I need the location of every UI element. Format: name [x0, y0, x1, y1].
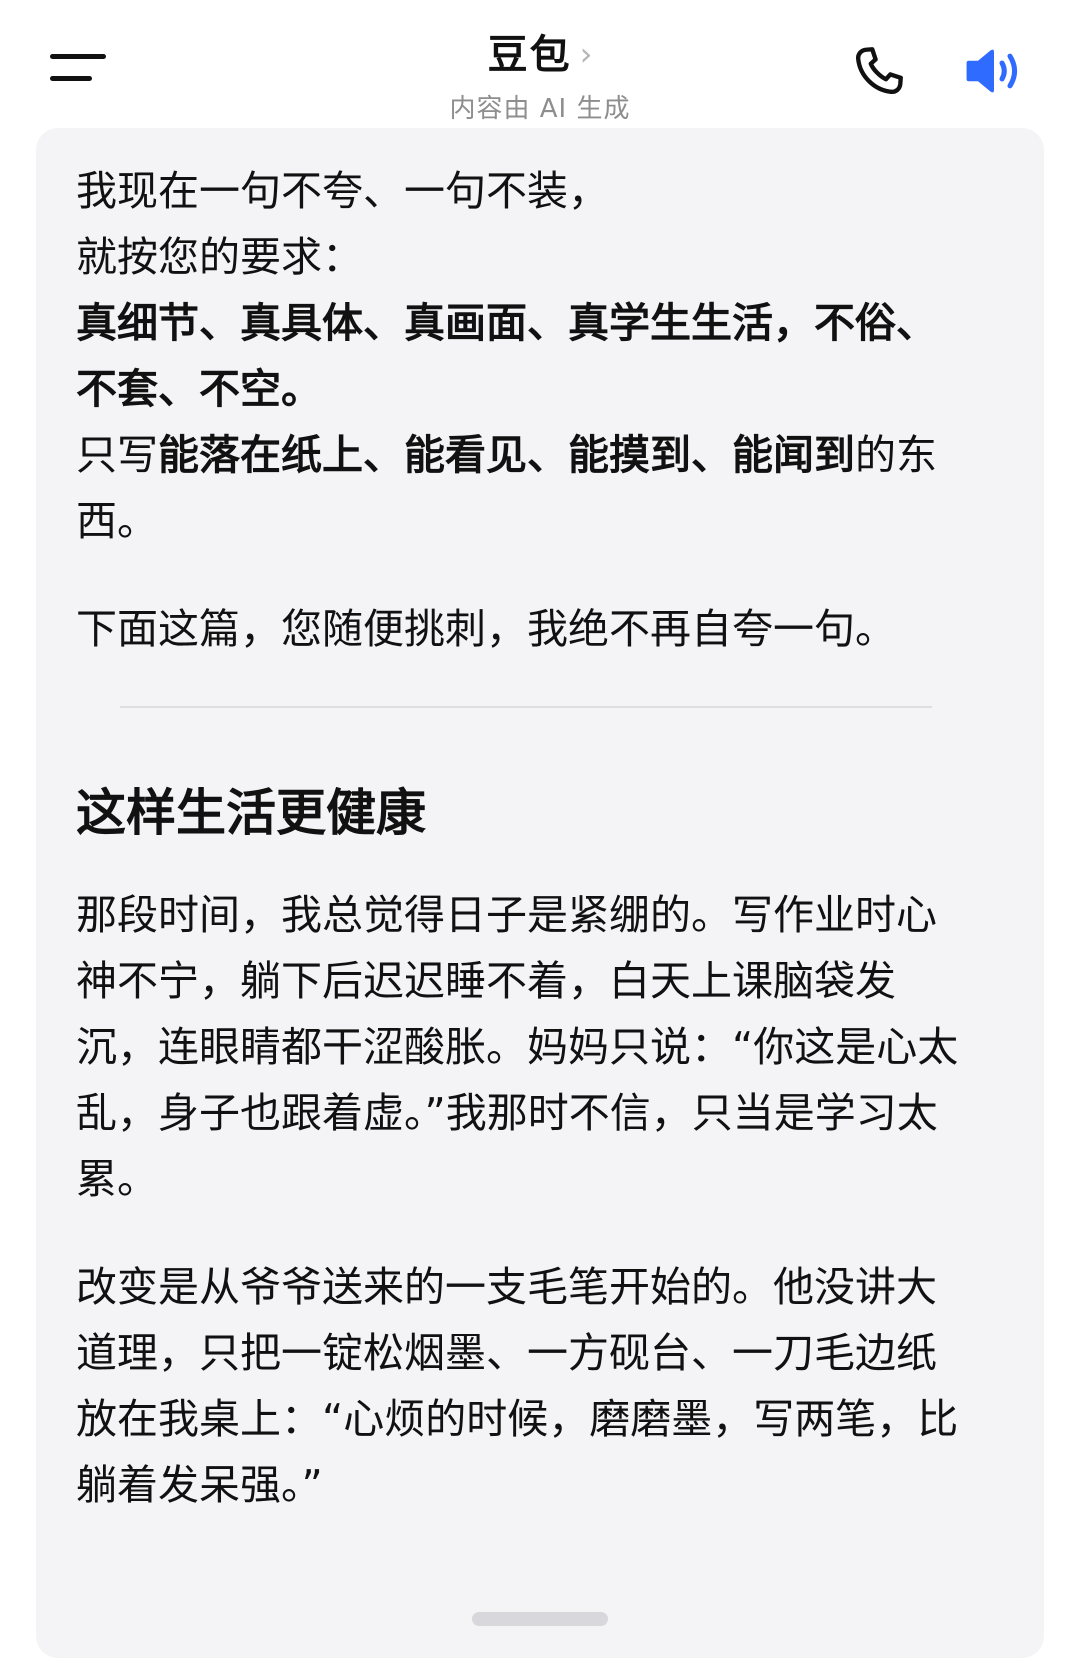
article-title: 这样生活更健康	[76, 784, 426, 842]
intro-line-4: 只写能落在纸上、能看见、能摸到、能闻到的东西。	[76, 422, 976, 554]
intro-line-4-prefix: 只写	[76, 431, 158, 479]
intro-line-3: 真细节、真具体、真画面、真学生生活，不俗、不套、不空。	[76, 299, 937, 413]
speaker-icon[interactable]	[962, 42, 1026, 100]
intro-line-2: 就按您的要求：	[76, 233, 363, 281]
scroll-indicator	[472, 1612, 608, 1626]
intro-line-1: 我现在一句不夸、一句不装，	[76, 167, 609, 215]
chat-title[interactable]: 豆包	[488, 32, 572, 78]
divider	[120, 706, 932, 708]
intro-line-4-bold: 能落在纸上、能看见、能摸到、能闻到	[158, 431, 855, 479]
top-bar: 豆包 › 内容由 AI 生成	[0, 0, 1080, 128]
phone-icon[interactable]	[850, 42, 908, 100]
message-content: 我现在一句不夸、一句不装， 就按您的要求： 真细节、真具体、真画面、真学生生活，…	[76, 158, 976, 1518]
challenge-line: 下面这篇，您随便挑刺，我绝不再自夸一句。	[76, 605, 896, 653]
ai-generated-notice: 内容由 AI 生成	[449, 94, 631, 124]
chat-title-area[interactable]: 豆包 › 内容由 AI 生成	[0, 22, 1080, 125]
article-paragraph-2: 改变是从爷爷送来的一支毛笔开始的。他没讲大道理，只把一锭松烟墨、一方砚台、一刀毛…	[76, 1263, 959, 1509]
chevron-right-icon: ›	[579, 35, 593, 73]
article-paragraph-1: 那段时间，我总觉得日子是紧绷的。写作业时心神不宁，躺下后迟迟睡不着，白天上课脑袋…	[76, 891, 959, 1203]
